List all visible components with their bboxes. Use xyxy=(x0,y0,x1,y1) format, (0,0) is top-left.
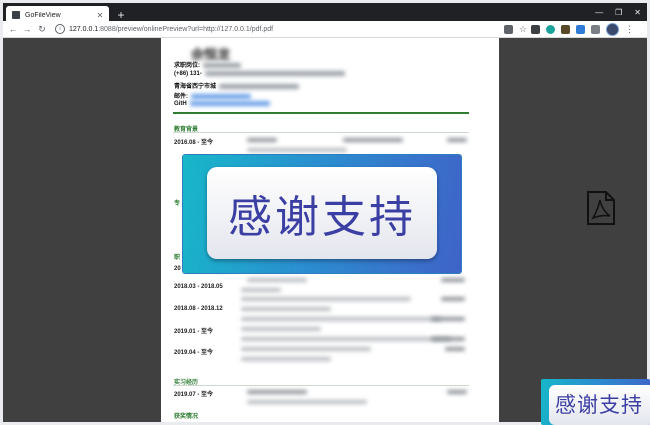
star-icon[interactable]: ☆ xyxy=(519,25,527,34)
translate-icon[interactable] xyxy=(504,25,513,34)
resume-phone: (+86) 131- xyxy=(174,71,345,77)
github-label: GitH xyxy=(174,101,187,108)
section-awards: 获奖情况 xyxy=(174,414,199,420)
thanks-text-small: 感谢支持 xyxy=(549,385,650,425)
window-controls: — ❐ ✕ xyxy=(595,8,641,17)
tab-title: GoFileView xyxy=(25,11,61,19)
address-bar[interactable]: i 127.0.0.1:8088/preview/onlinePreview?u… xyxy=(55,23,509,35)
reload-icon[interactable]: ↻ xyxy=(36,23,48,35)
thanks-banner-small: 感谢支持 xyxy=(541,379,650,425)
resume-email: 邮件: xyxy=(174,91,251,100)
maximize-button[interactable]: ❐ xyxy=(615,8,622,17)
extension-bar: ☆ ⋮ xyxy=(504,23,634,36)
url-path: :8088/preview/onlinePreview?url=http://1… xyxy=(98,25,274,33)
date-item: 2018.03 - 2018.05 xyxy=(174,284,223,290)
forward-icon[interactable]: → xyxy=(21,23,33,35)
extension-icon[interactable] xyxy=(576,25,585,34)
resume-job: 求职岗位: xyxy=(174,60,241,69)
job-label: 求职岗位: xyxy=(174,63,200,69)
close-tab-icon[interactable]: ✕ xyxy=(95,11,105,20)
extension-icon[interactable] xyxy=(591,25,600,34)
info-icon[interactable]: i xyxy=(55,24,65,34)
new-tab-button[interactable]: + xyxy=(115,9,127,21)
date-item: 2019.04 - 至今 xyxy=(174,350,214,356)
header-divider xyxy=(173,112,469,114)
date-item: 2019.07 - 至今 xyxy=(174,392,214,398)
tab-strip: GoFileView ✕ + — ❐ ✕ xyxy=(3,3,647,24)
resume-address: 青海省西宁市城 xyxy=(174,81,300,90)
extension-icon[interactable] xyxy=(561,25,570,34)
pdf-icon[interactable] xyxy=(585,191,617,225)
extension-icon[interactable] xyxy=(531,25,540,34)
resume-github: GitH xyxy=(174,101,270,107)
section-divider xyxy=(173,385,469,386)
thanks-banner: 感谢支持 xyxy=(183,155,461,273)
browser-window: GoFileView ✕ + — ❐ ✕ ← → ↻ i 127.0.0.1:8… xyxy=(0,0,650,425)
back-icon[interactable]: ← xyxy=(7,23,19,35)
favicon-icon xyxy=(12,11,20,19)
phone-label: (+86) 131- xyxy=(174,71,202,78)
avatar[interactable] xyxy=(606,23,619,36)
date-item: 2016.08 - 至今 xyxy=(174,140,214,146)
address-label: 青海省西宁市城 xyxy=(174,84,217,90)
date-item: 2019.01 - 至今 xyxy=(174,329,214,335)
email-label: 邮件: xyxy=(174,94,188,100)
extension-icon[interactable] xyxy=(546,25,555,34)
address-toolbar: ← → ↻ i 127.0.0.1:8088/preview/onlinePre… xyxy=(3,21,647,38)
minimize-button[interactable]: — xyxy=(595,8,603,17)
close-window-button[interactable]: ✕ xyxy=(634,8,641,17)
menu-icon[interactable]: ⋮ xyxy=(625,25,634,34)
section-work: 职 xyxy=(174,255,181,261)
section-skills: 专 xyxy=(174,201,181,207)
section-divider xyxy=(173,132,469,133)
url-host: 127.0.0.1 xyxy=(69,25,99,33)
thanks-text: 感谢支持 xyxy=(207,167,437,259)
date-item: 20 xyxy=(174,266,181,272)
date-item: 2018.08 - 2018.12 xyxy=(174,306,223,312)
